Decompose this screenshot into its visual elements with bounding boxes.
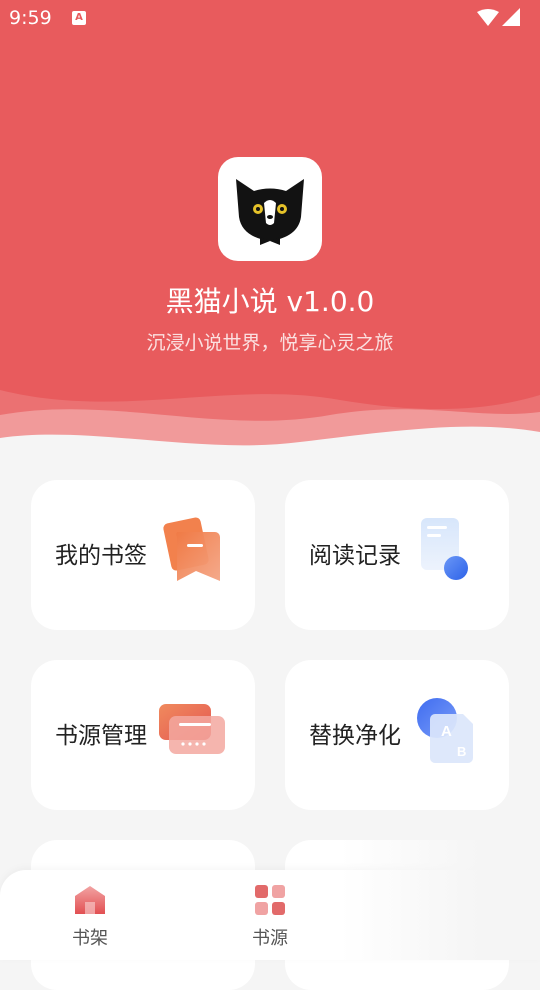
card-label: 我的书签 (55, 543, 147, 569)
svg-text:B: B (457, 744, 466, 759)
svg-text:A: A (441, 723, 452, 740)
wifi-icon (477, 9, 499, 26)
card-replace-purify[interactable]: 替换净化 A B (285, 660, 509, 810)
card-label: 阅读记录 (309, 543, 401, 569)
card-bookmarks[interactable]: 我的书签 (31, 480, 255, 630)
signal-icon (502, 8, 520, 26)
header-wave-decoration (0, 390, 540, 460)
card-label: 书源管理 (55, 723, 147, 749)
card-source-management[interactable]: 书源管理 (31, 660, 255, 810)
app-title: 黑猫小说 v1.0.0 (165, 285, 375, 318)
nav-item-book-source[interactable]: 书源 (230, 884, 310, 950)
bookshelf-icon (75, 886, 105, 914)
nav-item-bookshelf[interactable]: 书架 (50, 884, 130, 950)
card-label: 替换净化 (309, 723, 401, 749)
nav-label-book-source: 书源 (252, 928, 288, 949)
status-time: 9:59 (9, 7, 52, 29)
black-cat-icon (236, 179, 304, 245)
header: 9:59 A 黑猫小说 v1.0.0 沉浸小说世界，悦享心灵之旅 (0, 0, 540, 460)
bookmark-icon (163, 517, 220, 581)
bottom-fade-overlay (340, 840, 540, 960)
app-logo (218, 157, 322, 261)
reading-history-icon (421, 518, 468, 580)
status-bar: 9:59 A (0, 0, 540, 36)
notification-app-icon: A (72, 11, 86, 25)
app-subtitle: 沉浸小说世界，悦享心灵之旅 (146, 332, 394, 354)
nav-label-bookshelf: 书架 (72, 928, 108, 949)
replace-purify-icon: A B (417, 698, 473, 763)
source-manage-icon (159, 704, 225, 754)
book-source-icon (255, 885, 285, 915)
card-reading-history[interactable]: 阅读记录 (285, 480, 509, 630)
